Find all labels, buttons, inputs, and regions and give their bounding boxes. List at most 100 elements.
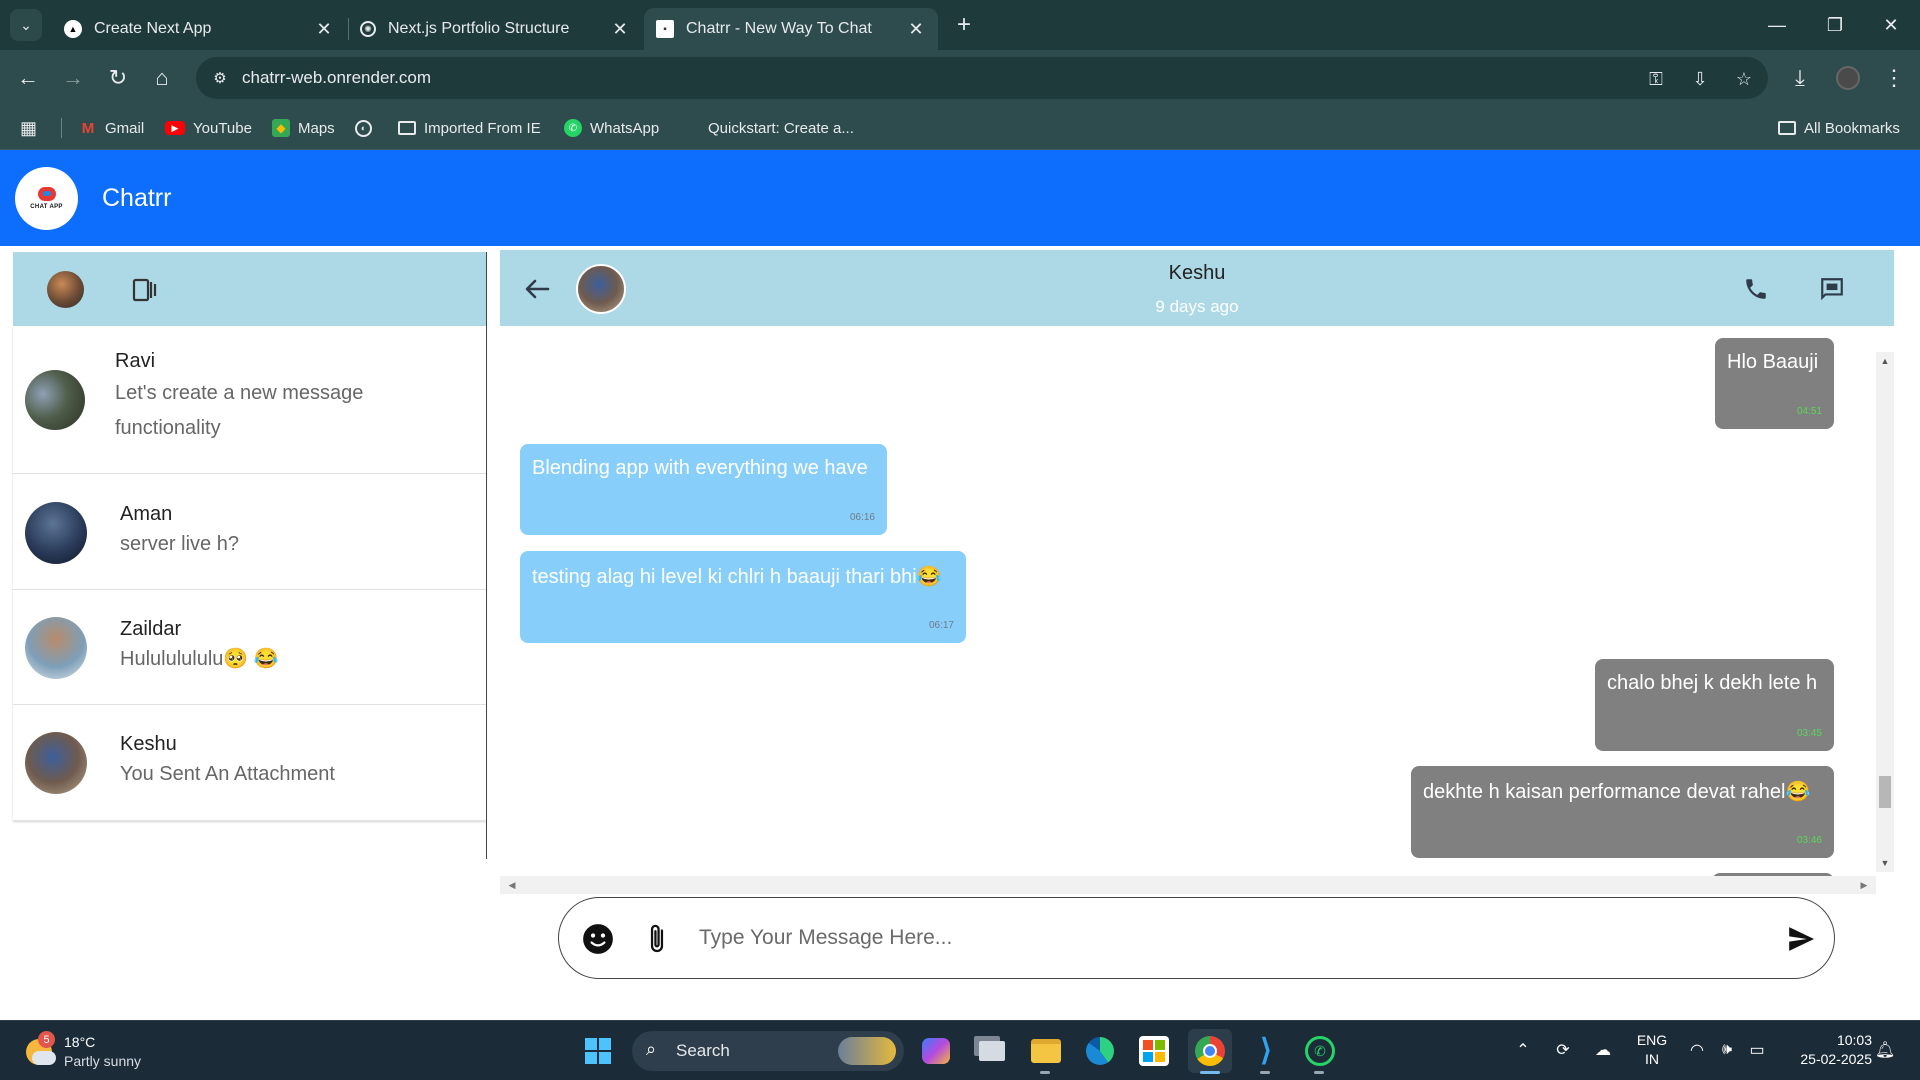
restore-button[interactable]: ❐ [1806, 0, 1864, 50]
bookmark-star-icon[interactable]: ☆ [1730, 65, 1758, 93]
home-button[interactable]: ⌂ [144, 60, 180, 96]
search-icon: ⌕ [646, 1039, 657, 1059]
avatar [25, 617, 87, 679]
panel-divider [486, 252, 487, 859]
message-composer [558, 897, 1835, 979]
whatsapp-icon: ✆ [564, 119, 582, 137]
bookmark-imported-from-ie[interactable]: Imported From IE [398, 106, 541, 150]
minimize-button[interactable]: — [1748, 0, 1806, 50]
system-clock[interactable]: 10:03 25-02-2025 [1782, 1031, 1872, 1069]
all-bookmarks[interactable]: All Bookmarks [1778, 106, 1900, 150]
phone-icon[interactable] [1740, 274, 1772, 304]
tab-chatrr[interactable]: ▪ Chatrr - New Way To Chat ✕ [644, 8, 938, 50]
attachment-icon[interactable] [641, 920, 673, 958]
message-vertical-scrollbar[interactable]: ▲ ▼ [1876, 352, 1894, 872]
emoji-icon[interactable] [579, 920, 617, 958]
scroll-left-arrow-icon[interactable]: ◀ [504, 876, 520, 894]
scroll-right-arrow-icon[interactable]: ▶ [1856, 876, 1872, 894]
url-text: chatrr-web.onrender.com [242, 68, 431, 87]
bookmark-maps[interactable]: ◆ Maps [272, 106, 335, 150]
message-bubble-outgoing: Hlo Baauji 04:51 [1715, 338, 1834, 429]
chat-item-zaildar[interactable]: Zaildar Hulululululu🥺 😂 [13, 590, 486, 705]
bookmark-whatsapp[interactable]: ✆ WhatsApp [564, 106, 659, 150]
bookmark-gmail[interactable]: M Gmail [79, 106, 144, 150]
windows-start-icon[interactable] [576, 1029, 620, 1073]
scroll-up-arrow-icon[interactable]: ▲ [1876, 354, 1894, 368]
file-explorer-icon[interactable] [1024, 1029, 1068, 1073]
downloads-icon[interactable]: ⤓ [1782, 60, 1818, 96]
message-text: Blending app with everything we have [532, 457, 868, 479]
apps-grid-icon[interactable]: ▦ [20, 106, 37, 150]
running-indicator [1260, 1071, 1270, 1074]
back-button[interactable]: ← [10, 60, 46, 96]
whatsapp-taskbar-icon[interactable]: ✆ [1298, 1029, 1342, 1073]
bookmark-label: Quickstart: Create a... [708, 119, 854, 137]
close-icon[interactable]: ✕ [610, 19, 630, 40]
taskbar-search[interactable]: ⌕ Search [632, 1031, 904, 1071]
weather-badge: 5 [38, 1031, 55, 1048]
chat-last-message: You Sent An Attachment [120, 763, 335, 785]
language-primary: ENG [1636, 1032, 1668, 1048]
address-bar[interactable]: ⚙ chatrr-web.onrender.com ⚿ ⇩ ☆ [196, 57, 1768, 99]
forward-button[interactable]: → [55, 60, 91, 96]
bookmark-quickstart[interactable]: Quickstart: Create a... [682, 106, 854, 150]
tab-nextjs-portfolio[interactable]: ✺ Next.js Portfolio Structure ✕ [348, 8, 642, 50]
edge-icon[interactable] [1078, 1029, 1122, 1073]
task-view-icon[interactable] [970, 1029, 1014, 1073]
bookmark-globe[interactable]: ◐ [355, 106, 380, 150]
close-icon[interactable]: ✕ [906, 19, 926, 40]
battery-icon[interactable]: ▭ [1744, 1037, 1770, 1063]
chat-name: Keshu [120, 733, 177, 755]
profile-avatar[interactable] [1830, 60, 1866, 96]
password-key-icon[interactable]: ⚿ [1642, 65, 1670, 93]
menu-kebab-icon[interactable]: ⋮ [1876, 60, 1912, 96]
tab-search-button[interactable]: ⌄ [10, 9, 42, 41]
bookmark-label: Maps [298, 119, 335, 137]
openai-icon: ✺ [360, 21, 376, 37]
bookmarks-bar: ▦ M Gmail ▶ YouTube ◆ Maps ◐ Imported Fr… [0, 106, 1920, 150]
scroll-thumb[interactable] [1879, 776, 1891, 808]
sync-icon[interactable]: ⟳ [1550, 1037, 1576, 1063]
close-icon[interactable]: ✕ [314, 19, 334, 40]
bookmark-label: Gmail [105, 119, 145, 137]
message-text: chalo bhej k dekh lete h [1607, 672, 1818, 694]
chat-list: Ravi Let's create a new message function… [13, 326, 486, 821]
microsoft-store-icon[interactable] [1132, 1029, 1176, 1073]
close-window-button[interactable]: ✕ [1862, 0, 1920, 50]
message-input[interactable] [699, 918, 1699, 958]
app-header: CHAT APP Chatrr [0, 150, 1920, 246]
weather-condition: Partly sunny [64, 1053, 142, 1069]
app-title: Chatrr [102, 184, 172, 212]
chat-header: Keshu 9 days ago [500, 250, 1894, 326]
site-settings-icon[interactable]: ⚙ [206, 64, 234, 92]
message-horizontal-scrollbar[interactable]: ◀ ▶ [500, 876, 1876, 894]
copilot-icon[interactable] [914, 1029, 958, 1073]
new-tab-button[interactable]: + [950, 11, 978, 39]
language-indicator[interactable]: ENG IN [1634, 1031, 1670, 1069]
chat-name: Zaildar [120, 618, 182, 640]
scroll-down-arrow-icon[interactable]: ▼ [1876, 856, 1894, 870]
message-text: Hlo Baauji [1727, 351, 1819, 373]
message-bubble-incoming: testing alag hi level ki chlri h baauji … [520, 551, 966, 643]
tab-create-next-app[interactable]: ▲ Create Next App ✕ [52, 8, 346, 50]
wifi-icon[interactable]: ◠ [1684, 1037, 1710, 1063]
status-stories-icon[interactable] [131, 276, 159, 304]
notification-bell-icon[interactable]: 🔔︎ [1872, 1037, 1898, 1063]
show-hidden-icons-chevron-icon[interactable]: ⌃ [1510, 1037, 1536, 1063]
reload-button[interactable]: ↻ [100, 60, 136, 96]
weather-widget[interactable]: 5 18°C Partly sunny [24, 1031, 184, 1073]
bookmark-youtube[interactable]: ▶ YouTube [165, 106, 252, 150]
install-app-icon[interactable]: ⇩ [1686, 65, 1714, 93]
chat-item-keshu[interactable]: Keshu You Sent An Attachment [13, 705, 486, 821]
cloud-offline-icon[interactable]: ☁ [1590, 1037, 1616, 1063]
chat-item-ravi[interactable]: Ravi Let's create a new message function… [13, 326, 486, 474]
message-text: dekhte h kaisan performance devat rahel😂 [1423, 781, 1811, 803]
chrome-icon[interactable] [1188, 1029, 1232, 1073]
user-avatar[interactable] [47, 271, 84, 308]
message-icon[interactable] [1816, 274, 1848, 304]
sidebar-header [13, 252, 486, 326]
send-icon[interactable] [1783, 922, 1819, 956]
volume-icon[interactable]: 🕪 [1714, 1037, 1740, 1063]
vscode-icon[interactable]: ⟩ [1244, 1029, 1288, 1073]
chat-item-aman[interactable]: Aman server live h? [13, 474, 486, 590]
